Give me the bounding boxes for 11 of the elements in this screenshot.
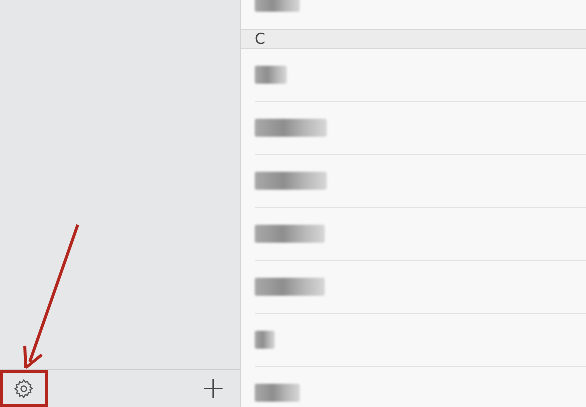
blurred-name: [255, 278, 325, 296]
settings-button[interactable]: [0, 370, 48, 407]
blurred-name: [255, 225, 325, 243]
blurred-name: [255, 172, 327, 190]
add-button[interactable]: +: [196, 374, 230, 404]
blurred-name: [255, 384, 300, 402]
blurred-name: [255, 66, 287, 84]
section-header: C: [241, 29, 586, 49]
blurred-name: [255, 119, 327, 137]
blurred-name: [255, 331, 275, 349]
settings-icon: [13, 378, 35, 400]
